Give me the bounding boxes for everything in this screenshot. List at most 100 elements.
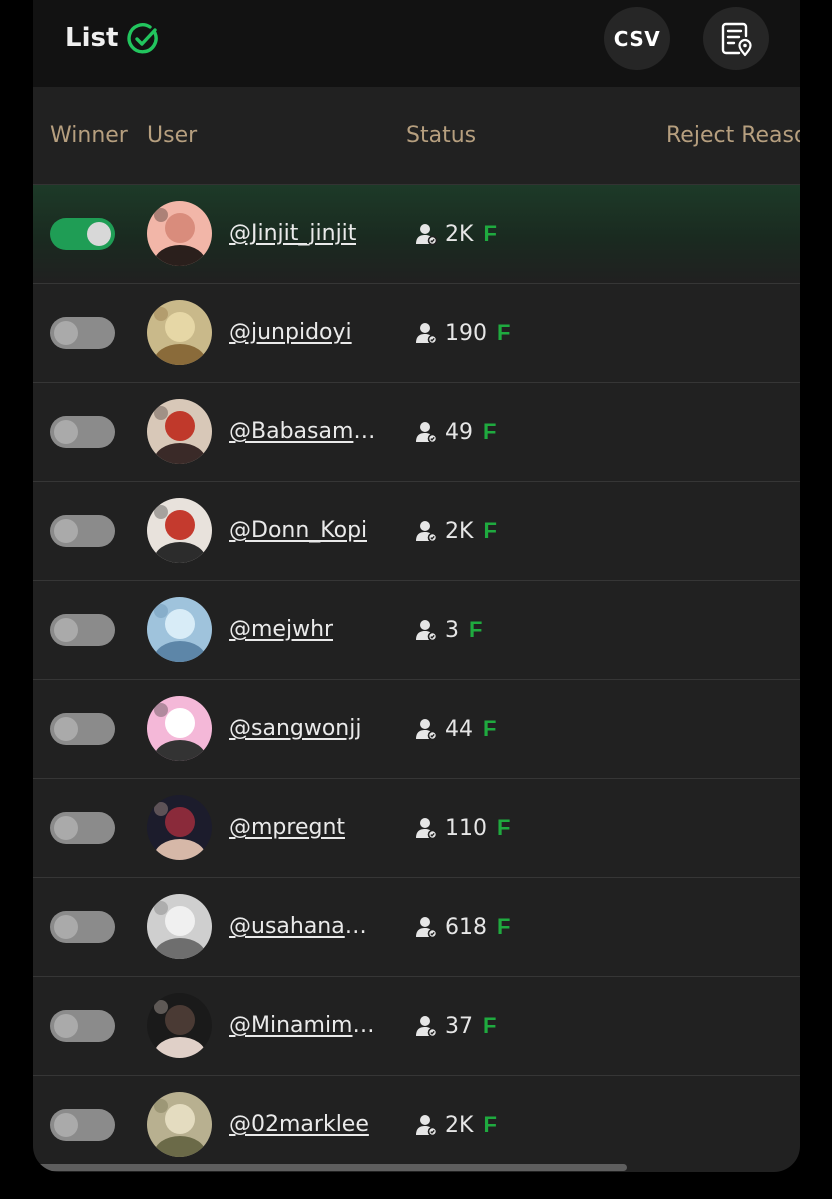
top-bar: List CSV [33,0,800,87]
username-link[interactable]: @usahananaa [229,912,379,942]
person-icon [416,719,438,741]
follower-count: 190 [445,320,487,346]
status-cell: 190 F [415,318,510,348]
avatar-image [147,993,212,1058]
person-icon [416,917,438,939]
check-circle-icon [127,23,158,54]
winner-toggle[interactable] [50,713,115,745]
app-window: List CSV Winner User Status Reject Reaso [33,0,800,1172]
report-button[interactable] [703,7,769,70]
username-link[interactable]: @mpregnt [229,813,345,843]
toggle-knob [54,618,78,642]
winner-toggle[interactable] [50,812,115,844]
person-icon [416,1115,438,1137]
horizontal-scrollbar[interactable] [33,1164,627,1171]
avatar-image [147,1092,212,1157]
avatar-image [147,498,212,563]
status-badge: F [497,320,511,345]
follower-count: 2K [445,518,474,544]
csv-export-button[interactable]: CSV [604,7,670,70]
avatar-image [147,399,212,464]
status-cell: 618 F [415,912,510,942]
username-link[interactable]: @Donn_Kopi [229,516,367,546]
table-row: @Minamimah 37 F [33,977,800,1076]
avatar[interactable] [147,894,212,959]
status-badge: F [483,221,497,246]
avatar-image [147,300,212,365]
follower-count: 618 [445,914,487,940]
username-link[interactable]: @Minamimah [229,1011,379,1041]
username-link[interactable]: @Jinjit_jinjit [229,219,356,249]
avatar[interactable] [147,300,212,365]
follower-count: 2K [445,1112,474,1138]
username-link[interactable]: @junpidoyi [229,318,352,348]
status-badge: F [483,419,497,444]
column-header-status[interactable]: Status [406,122,476,150]
winner-toggle[interactable] [50,911,115,943]
avatar[interactable] [147,399,212,464]
person-icon [416,521,438,543]
avatar-image [147,696,212,761]
avatar[interactable] [147,1092,212,1157]
status-cell: 49 F [415,417,496,447]
follower-count: 44 [445,716,473,742]
table-row: @junpidoyi 190 F [33,284,800,383]
winner-toggle[interactable] [50,317,115,349]
username-link[interactable]: @sangwonjj [229,714,361,744]
column-header-reject-reason[interactable]: Reject Reaso [666,122,800,150]
winner-toggle[interactable] [50,614,115,646]
toggle-knob [87,222,111,246]
winner-toggle[interactable] [50,1109,115,1141]
person-icon [416,224,438,246]
table-row: @sangwonjj 44 F [33,680,800,779]
toggle-knob [54,519,78,543]
status-cell: 110 F [415,813,510,843]
username-link[interactable]: @02marklee [229,1110,369,1140]
status-cell: 2K F [415,219,497,249]
winner-toggle[interactable] [50,515,115,547]
person-icon [416,818,438,840]
status-cell: 2K F [415,1110,497,1140]
table-row: @mejwhr 3 F [33,581,800,680]
follower-count: 2K [445,221,474,247]
avatar[interactable] [147,696,212,761]
table-row: @02marklee 2K F [33,1076,800,1172]
person-icon [416,422,438,444]
table-row: @usahananaa 618 F [33,878,800,977]
column-header-winner[interactable]: Winner [50,122,128,150]
username-link[interactable]: @mejwhr [229,615,333,645]
follower-count: 110 [445,815,487,841]
username-link[interactable]: @Babasamsul [229,417,379,447]
person-icon [416,1016,438,1038]
status-badge: F [483,1013,497,1038]
toggle-knob [54,420,78,444]
toggle-knob [54,915,78,939]
avatar-image [147,795,212,860]
column-header-user[interactable]: User [147,122,197,150]
status-badge: F [497,914,511,939]
table-row: @Jinjit_jinjit 2K F [33,185,800,284]
page-title: List [65,23,119,53]
avatar-image [147,597,212,662]
toggle-knob [54,321,78,345]
avatar[interactable] [147,498,212,563]
winner-toggle[interactable] [50,416,115,448]
table-row: @Babasamsul 49 F [33,383,800,482]
winner-toggle[interactable] [50,1010,115,1042]
table-row: @mpregnt 110 F [33,779,800,878]
avatar[interactable] [147,201,212,266]
table-header: Winner User Status Reject Reaso [33,87,800,185]
status-cell: 37 F [415,1011,496,1041]
person-icon [416,620,438,642]
winner-toggle[interactable] [50,218,115,250]
status-badge: F [469,617,483,642]
toggle-knob [54,1113,78,1137]
avatar[interactable] [147,597,212,662]
follower-count: 3 [445,617,459,643]
csv-button-label: CSV [613,26,661,51]
status-badge: F [483,716,497,741]
follower-count: 37 [445,1013,473,1039]
status-cell: 3 F [415,615,482,645]
avatar[interactable] [147,795,212,860]
avatar[interactable] [147,993,212,1058]
